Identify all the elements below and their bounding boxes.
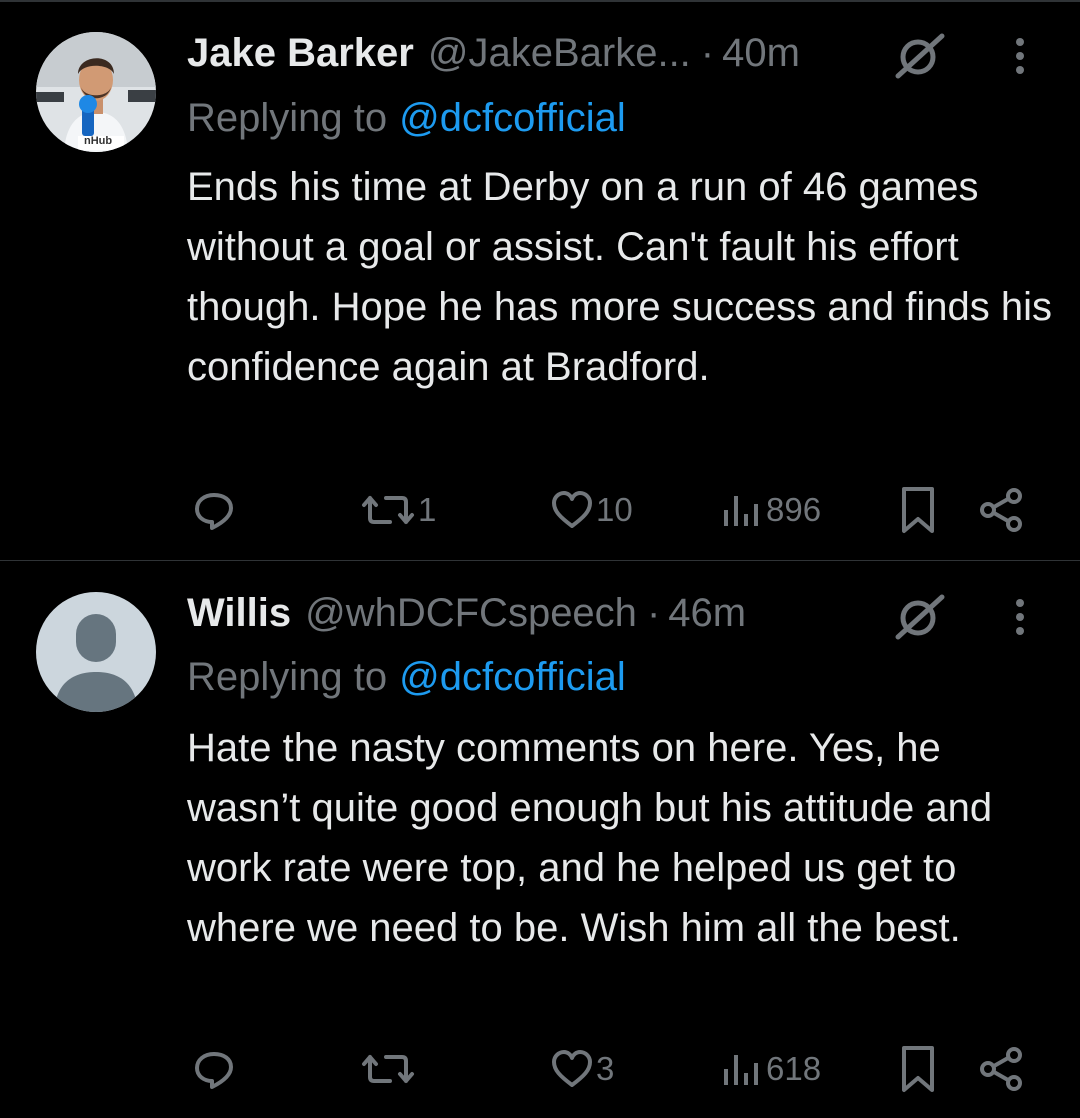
replying-to-handle[interactable]: @dcfcofficial [399,96,626,141]
like-count: 3 [596,1050,615,1087]
repost-button[interactable] [358,1039,418,1099]
user-handle[interactable]: @whDCFCspeech [305,591,637,636]
reply-icon [192,1047,236,1091]
like-count: 10 [596,491,633,528]
tweet-actions: 3 618 [0,1039,1080,1099]
share-icon [978,1045,1026,1093]
separator: · [700,30,715,75]
views-button[interactable]: 896 [718,480,821,540]
like-button[interactable]: 3 [548,1039,614,1099]
tweet-text: Ends his time at Derby on a run of 46 ga… [187,165,1052,389]
more-icon[interactable] [1010,36,1030,80]
grok-icon[interactable] [892,30,948,80]
default-avatar[interactable] [36,592,156,712]
grok-icon[interactable] [892,591,948,641]
reply-button[interactable] [190,1039,236,1099]
share-button[interactable] [976,1039,1026,1099]
display-name[interactable]: Willis [187,591,291,636]
like-icon [550,1047,594,1091]
bookmark-button[interactable] [896,480,938,540]
repost-count: 1 [418,491,437,528]
tweet-header: Willis @whDCFCspeech · 46m [187,588,746,638]
views-button[interactable]: 618 [718,1039,821,1099]
views-icon [720,488,764,532]
bookmark-icon [898,1044,938,1094]
replying-to-handle[interactable]: @dcfcofficial [399,655,626,700]
repost-button[interactable]: 1 [358,480,436,540]
tweet-actions: 1 10 896 [0,480,1080,540]
reply-icon [192,488,236,532]
separator: · [646,590,661,635]
views-icon [720,1047,764,1091]
more-icon[interactable] [1010,597,1030,641]
replying-to-label: Replying to [187,95,388,140]
repost-icon [360,1047,416,1091]
avatar-badge-text: nHub [84,135,113,147]
views-count: 618 [766,1050,822,1087]
bookmark-icon [898,485,938,535]
like-icon [550,488,594,532]
timestamp[interactable]: 46m [668,591,746,636]
repost-icon [360,488,416,532]
tweet-header: Jake Barker @JakeBarke... · 40m [187,28,800,78]
replying-to: Replying to @dcfcofficial [187,93,626,143]
display-name[interactable]: Jake Barker [187,31,414,76]
bookmark-button[interactable] [896,1039,938,1099]
tweet[interactable]: nHub Jake Barker @JakeBarke... · 40m Rep… [0,0,1080,560]
replying-to-label: Replying to [187,654,388,699]
share-button[interactable] [976,480,1026,540]
user-handle[interactable]: @JakeBarke... [428,31,691,76]
share-icon [978,486,1026,534]
timestamp[interactable]: 40m [722,31,800,76]
views-count: 896 [766,491,822,528]
tweet[interactable]: Willis @whDCFCspeech · 46m Replying to @… [0,561,1080,1118]
replying-to: Replying to @dcfcofficial [187,652,626,702]
tweet-text: Hate the nasty comments on here. Yes, he… [187,726,993,950]
avatar[interactable]: nHub [36,32,156,152]
reply-button[interactable] [190,480,236,540]
like-button[interactable]: 10 [548,480,633,540]
